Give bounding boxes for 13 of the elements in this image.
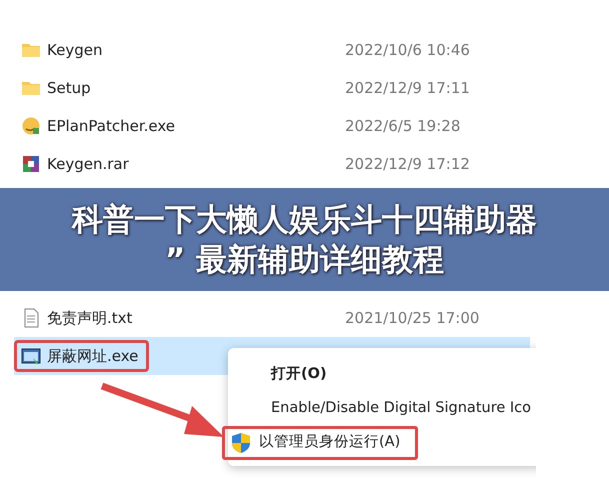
modified-date: 2022/10/6 10:46 bbox=[345, 40, 471, 61]
file-name: EPlanPatcher.exe bbox=[47, 116, 175, 137]
file-name: 屏蔽网址.exe bbox=[47, 346, 138, 367]
banner-title: 科普一下大懒人娱乐斗十四辅助器 bbox=[72, 200, 537, 240]
file-name: 免责声明.txt bbox=[47, 308, 132, 329]
file-name: Setup bbox=[47, 78, 91, 99]
modified-date: 2022/6/5 19:28 bbox=[345, 116, 462, 137]
modified-date: 2022/12/9 17:12 bbox=[345, 154, 471, 175]
modified-date: 2021/10/25 17:00 bbox=[345, 308, 480, 329]
file-name: Keygen.rar bbox=[47, 154, 129, 175]
modified-date: 2022/12/9 17:11 bbox=[345, 78, 471, 99]
banner-title: ” 最新辅助详细教程 bbox=[164, 240, 444, 280]
file-name: Keygen bbox=[47, 40, 102, 61]
